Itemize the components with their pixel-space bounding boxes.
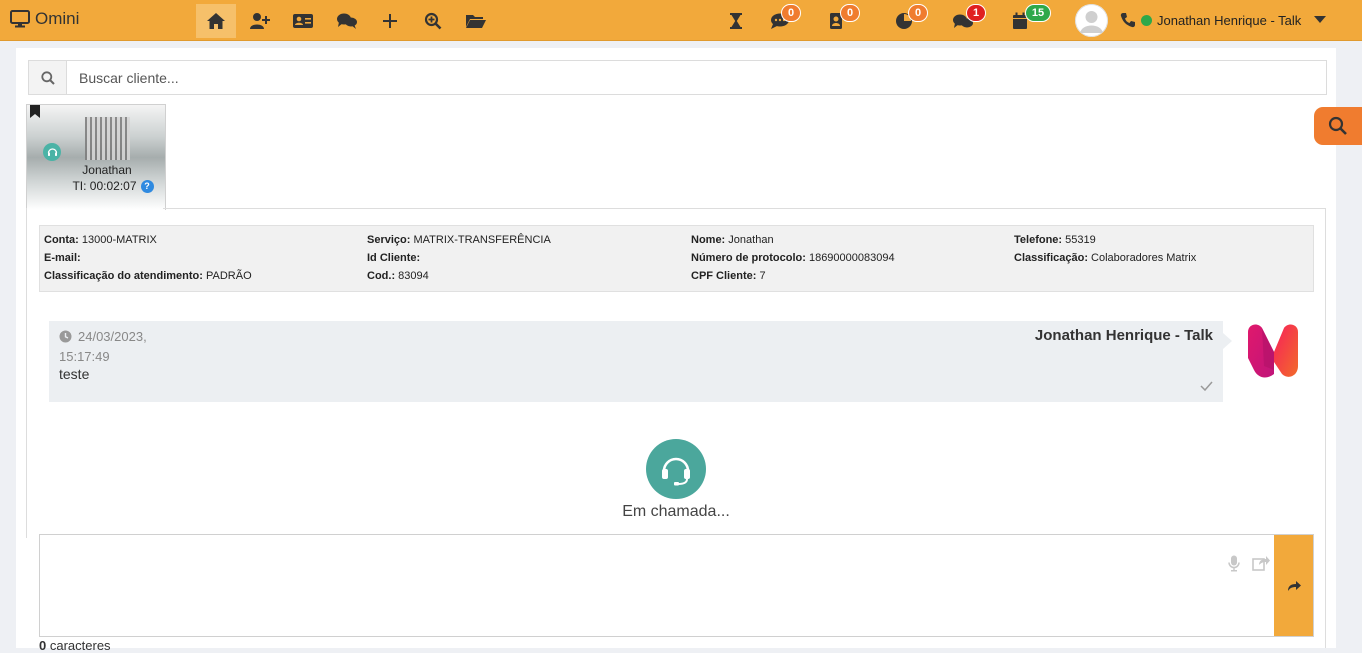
info-email: E-mail: [44, 252, 81, 264]
contact-timer-text: TI: 00:02:07 [72, 179, 137, 193]
contact-card-icon [292, 13, 314, 29]
info-protocolo: Número de protocolo: 18690000083094 [691, 252, 895, 264]
messages-badge: 0 [781, 4, 801, 22]
monitor-icon [10, 10, 30, 28]
queue-status[interactable]: 0 [825, 4, 860, 34]
calendar-status[interactable]: 15 [1008, 4, 1051, 34]
nav-home-button[interactable] [196, 4, 236, 38]
info-classificacao: Classificação: Colaboradores Matrix [1014, 252, 1197, 264]
user-avatar[interactable] [1075, 4, 1108, 37]
app-title: Omini [35, 9, 80, 28]
online-status-indicator [1141, 14, 1152, 26]
client-info-box: Conta: 13000-MATRIX E-mail: Classificaçã… [39, 225, 1314, 292]
info-cpf: CPF Cliente: 7 [691, 270, 766, 282]
chat-message: 24/03/2023, 15:17:49 teste Jonathan Henr… [49, 321, 1223, 402]
caret-down-icon [1314, 16, 1327, 24]
pending-status[interactable] [723, 8, 751, 34]
send-button[interactable] [1274, 535, 1313, 636]
headset-icon [659, 452, 693, 486]
chat-icon [336, 12, 358, 30]
microphone-icon[interactable] [1228, 555, 1240, 577]
calendar-badge: 15 [1025, 4, 1051, 22]
nav-new-button[interactable] [370, 4, 410, 38]
message-timestamp: 24/03/2023, 15:17:49 [59, 329, 147, 364]
chats-status[interactable]: 1 [950, 4, 986, 34]
headset-icon [43, 143, 61, 161]
call-status-text: Em chamada... [622, 503, 730, 520]
divider [163, 208, 1325, 209]
message-text: teste [59, 366, 90, 382]
folder-open-icon [465, 13, 487, 29]
info-servico: Serviço: MATRIX-TRANSFERÊNCIA [367, 234, 551, 246]
bookmark-icon[interactable] [30, 105, 40, 123]
home-icon [206, 12, 226, 30]
add-user-icon [249, 12, 271, 30]
messages-status[interactable]: 0 [766, 4, 801, 34]
user-name: Jonathan Henrique - Talk [1157, 12, 1302, 28]
zoom-in-icon [424, 12, 442, 30]
queue-badge: 0 [840, 4, 860, 22]
time-status[interactable]: 0 [893, 4, 928, 34]
phone-icon [1120, 12, 1136, 28]
message-sender: Jonathan Henrique - Talk [1034, 327, 1213, 344]
divider [1325, 208, 1326, 648]
nav-chat-button[interactable] [327, 4, 367, 38]
info-nome: Nome: Jonathan [691, 234, 774, 246]
plus-icon [382, 13, 398, 29]
message-arrow [1223, 333, 1232, 349]
character-counter: 0 caracteres [39, 638, 111, 653]
time-badge: 0 [908, 4, 928, 22]
info-classificacao-atendimento: Classificação do atendimento: PADRÃO [44, 270, 252, 282]
nav-contacts-button[interactable] [283, 4, 323, 38]
message-input[interactable] [40, 535, 1160, 634]
top-bar: Omini 0 0 0 1 15 Jonathan Henrique - Tal… [0, 0, 1362, 41]
info-telefone: Telefone: 55319 [1014, 234, 1096, 246]
call-status-icon [646, 439, 706, 499]
nav-add-user-button[interactable] [240, 4, 280, 38]
message-composer [39, 534, 1314, 637]
nav-search-button[interactable] [413, 4, 453, 38]
contact-photo [85, 117, 130, 160]
check-icon [1200, 378, 1213, 396]
brand-logo [1244, 322, 1302, 387]
contact-timer: TI: 00:02:07 ? [27, 179, 187, 193]
info-id-cliente: Id Cliente: [367, 252, 421, 264]
contact-name: Jonathan [82, 163, 132, 177]
info-conta: Conta: 13000-MATRIX [44, 234, 157, 246]
info-cod: Cod.: 83094 [367, 270, 429, 282]
search-icon [1328, 116, 1348, 136]
reply-arrow-icon [1287, 580, 1301, 592]
user-menu[interactable]: Jonathan Henrique - Talk [1120, 12, 1327, 28]
divider [26, 208, 27, 538]
search-input[interactable] [67, 61, 1326, 94]
contact-tab[interactable]: Jonathan TI: 00:02:07 ? [26, 104, 166, 210]
share-icon[interactable] [1252, 555, 1270, 576]
hourglass-icon [729, 12, 743, 30]
app-brand[interactable]: Omini [10, 9, 79, 29]
floating-search-button[interactable] [1314, 107, 1362, 145]
search-button[interactable] [29, 61, 67, 94]
clock-icon [59, 330, 72, 348]
nav-folder-button[interactable] [456, 4, 496, 38]
client-search [28, 60, 1327, 95]
chats-badge: 1 [966, 4, 986, 22]
search-icon [40, 70, 55, 85]
help-icon[interactable]: ? [140, 179, 154, 193]
